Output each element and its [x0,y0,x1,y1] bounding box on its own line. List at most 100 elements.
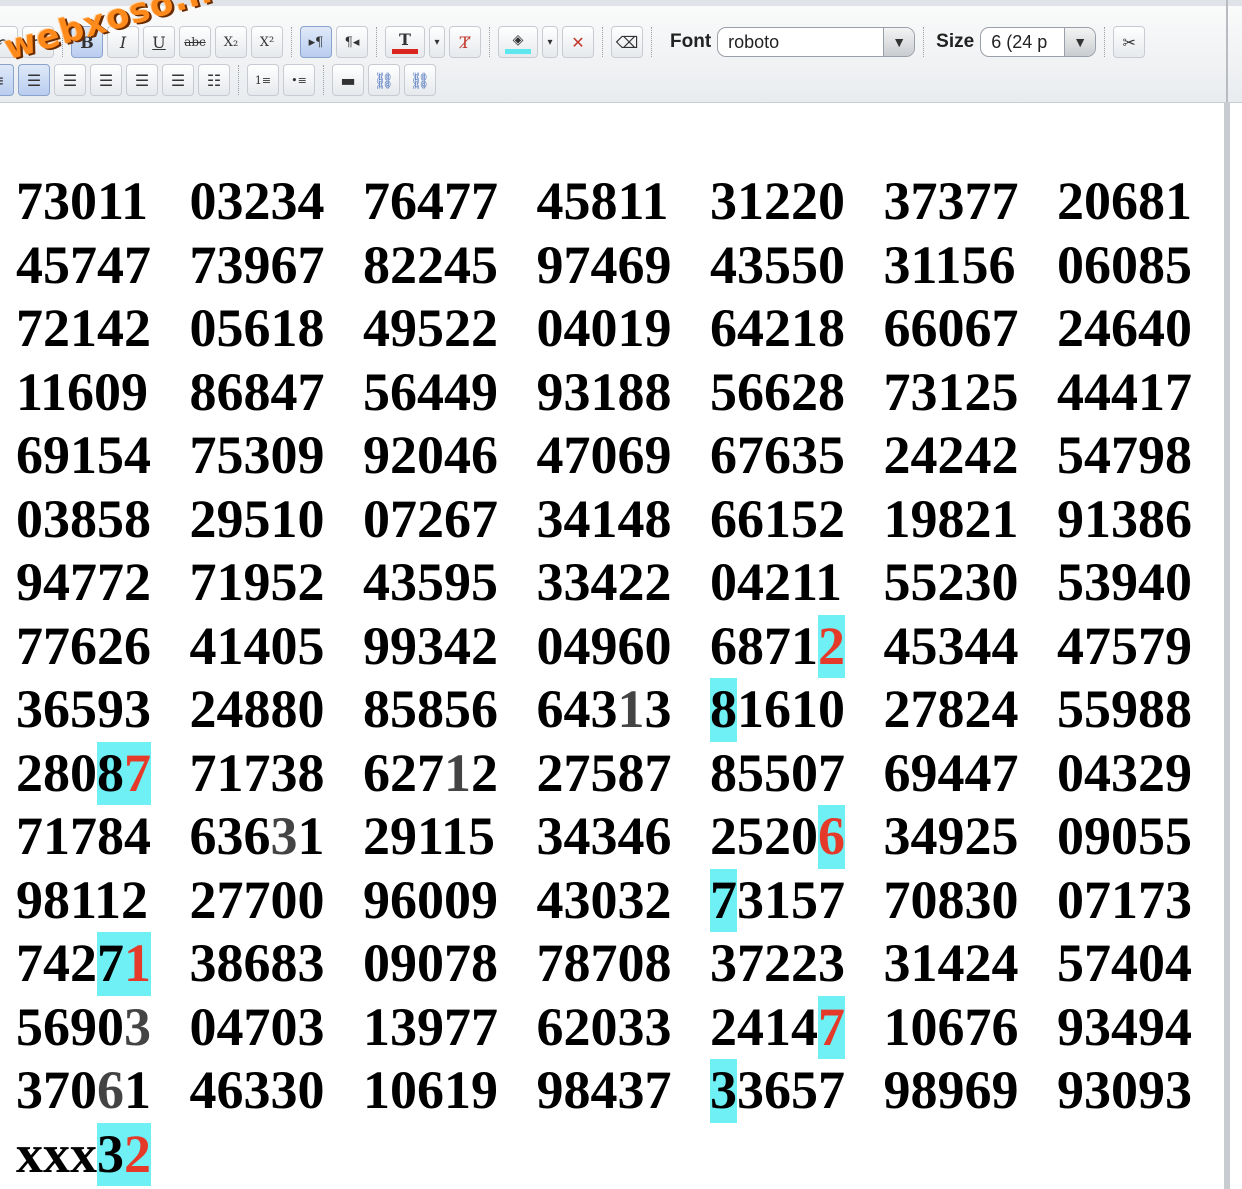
number-cell: 92046 [363,425,498,485]
number-cell: 04019 [536,298,672,358]
number-cell: 99342 [363,615,498,676]
text-color-button[interactable]: T [385,26,425,58]
number-cell: 25206 [710,805,884,869]
digit: 6 [243,806,271,866]
size-select[interactable]: 6 (24 p ▼ [980,27,1097,57]
number-cell: 24147 [710,995,884,1059]
strikethrough-button[interactable]: abc [179,26,211,58]
number-cell: 11609 [16,361,149,422]
font-select[interactable]: roboto ▼ [717,27,916,57]
number-cell: 10619 [363,1060,498,1120]
align-left-active-icon[interactable]: ☰ [18,64,50,96]
digit: 6 [43,996,70,1057]
number-cell: 20681 [1057,171,1192,231]
unordered-list-icon[interactable]: •≡ [283,64,315,96]
digit: 4 [791,996,818,1057]
superscript-button[interactable]: X² [251,26,283,58]
font-select-value: roboto [728,31,780,52]
number-cell: 09078 [363,933,498,993]
remove-text-color-icon[interactable]: Ⱦ [449,26,481,58]
number-cell: 31156 [883,234,1016,295]
number-cell: 45344 [883,615,1019,676]
text-color-dropdown-icon[interactable]: ▾ [429,26,445,58]
align-left-icon[interactable]: ≡ [0,64,14,96]
font-label: Font [670,31,712,52]
digit: 1 [297,806,325,866]
number-cell: 03858 [16,488,151,549]
unlink-icon[interactable]: ⛓ [404,64,436,96]
digit: 7 [16,933,43,993]
number-cell: 34346 [536,806,672,866]
number-cell: 43595 [363,552,498,612]
number-cell: 45747 [16,234,151,295]
number-cell: 37223 [710,933,845,993]
number-cell: 62712 [363,742,537,806]
number-cell: 78708 [536,933,672,993]
digit: 3 [644,679,672,739]
digit: x [43,1123,70,1184]
digit: 7 [764,615,791,676]
align-justify-icon[interactable]: ☰ [162,64,194,96]
toolbar-separator [489,27,492,57]
number-cell: 47069 [536,425,672,485]
number-cell: xxx32 [16,1122,190,1186]
highlighted-digit: 3 [97,1122,124,1186]
number-cell: 76477 [363,171,498,231]
number-cell: 37061 [16,1059,190,1123]
digit: 1 [791,615,818,676]
horizontal-rule-icon[interactable]: ▬ [332,64,364,96]
number-row: 45747 73967 82245 97469 43550 31156 06085 [16,234,1231,298]
number-cell: 27587 [536,742,672,803]
digit: 1 [124,1060,151,1120]
remove-background-color-icon[interactable]: ✕ [562,26,594,58]
subscript-button[interactable]: X₂ [215,26,247,58]
digit: 4 [737,996,764,1057]
number-row: 73011 03234 76477 45811 31220 37377 20681 [16,170,1231,234]
number-cell: 93494 [1057,996,1192,1057]
size-select-value: 6 (24 p [991,31,1048,52]
digit: 5 [791,1060,818,1120]
background-color-button[interactable]: ◈ [498,26,538,58]
digit: 2 [16,742,43,803]
eraser-icon[interactable]: ⌫ [611,26,643,58]
digit: 3 [737,869,764,930]
align-left-text-icon[interactable]: ☰ [54,64,86,96]
number-cell: 64218 [710,298,845,358]
number-row: xxx32 [16,1122,1231,1186]
digit: 3 [16,1060,43,1120]
toolbar-separator [323,65,326,95]
align-right-icon[interactable]: ☰ [126,64,158,96]
number-cell: 66067 [883,298,1019,358]
align-center-icon[interactable]: ☰ [90,64,122,96]
number-cell: 63631 [190,805,364,869]
number-cell: 34148 [536,488,672,549]
number-grid: 73011 03234 76477 45811 31220 37377 20681 45747… [16,170,1231,1186]
toolbar-separator [238,65,241,95]
number-cell: 75309 [189,425,325,485]
digit: 9 [70,996,97,1057]
toolbar-separator [923,27,926,57]
number-cell: 27700 [189,869,325,930]
toolbar-row-2: ≡ ☰ ☰ ☰ ☰ ☰ ☷ 1≡ •≡ ▬ ⛓ ⛓ [0,60,440,100]
digit: 8 [737,615,764,676]
digit: 8 [43,742,70,803]
ordered-list-icon[interactable]: 1≡ [247,64,279,96]
number-cell: 04960 [536,615,672,676]
chevron-down-icon: ▼ [883,28,915,56]
ltr-button[interactable]: ▸¶ [300,26,332,58]
number-cell: 68712 [710,614,884,678]
highlighted-digit: 7 [124,741,151,805]
cut-icon[interactable]: ✂ [1113,26,1146,58]
rtl-button[interactable]: ¶◂ [336,26,368,58]
number-cell: 27824 [883,679,1019,739]
underline-button[interactable]: U [143,26,175,58]
digit: 1 [791,679,818,739]
align-full-icon[interactable]: ☷ [198,64,230,96]
number-row: 36593 24880 85856 64313 81610 27824 55988 [16,678,1231,742]
highlighted-digit: 8 [710,678,737,742]
digit: 6 [363,742,390,803]
number-cell: 97469 [536,234,672,295]
highlighted-digit: 7 [818,995,845,1059]
background-color-dropdown-icon[interactable]: ▾ [542,26,558,58]
link-icon[interactable]: ⛓ [368,64,400,96]
